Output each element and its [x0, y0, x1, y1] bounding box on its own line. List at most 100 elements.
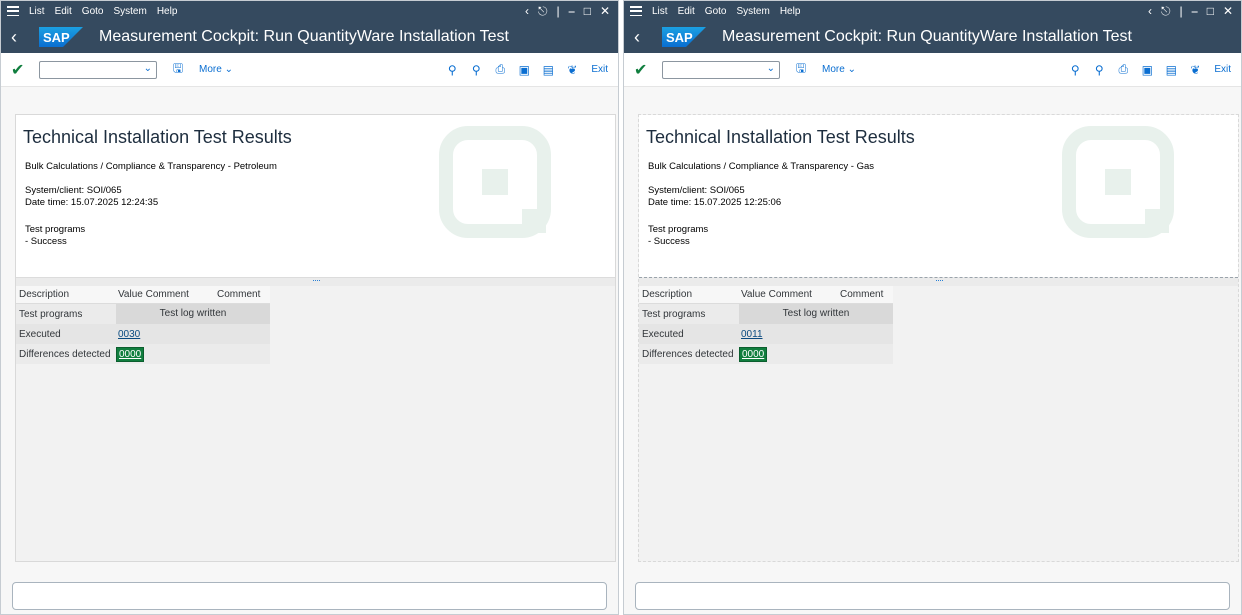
differences-value-link[interactable]: 0000 [739, 346, 768, 362]
search-icon[interactable]: ⚲ [441, 61, 463, 79]
splitter-handle-icon[interactable]: ···· [312, 275, 321, 285]
search-icon[interactable]: ⚲ [1064, 61, 1086, 79]
test-programs-label: Test programs [25, 224, 86, 235]
print-icon[interactable]: ⎙ [489, 61, 511, 79]
command-field[interactable]: ⌄ [662, 60, 780, 79]
cell-test-log: Test log written [116, 304, 270, 324]
cell-description: Test programs [19, 308, 83, 320]
back-icon[interactable]: ‹ [634, 27, 656, 48]
check-icon[interactable]: ✔ [11, 60, 39, 80]
col-value-comment[interactable]: Value Comment [739, 289, 840, 300]
menu-help[interactable]: Help [780, 6, 801, 17]
command-line-input[interactable] [635, 582, 1230, 610]
sap-window-right: List Edit Goto System Help ‹ ⎋ | ⎯ □ ✕ ‹… [623, 0, 1242, 615]
col-comment[interactable]: Comment [840, 289, 893, 300]
menu-list[interactable]: List [652, 6, 668, 17]
back-icon[interactable]: ‹ [11, 27, 33, 48]
cell-test-log: Test log written [739, 304, 893, 324]
svg-text:SAP: SAP [43, 30, 70, 45]
chevron-down-icon[interactable]: ⌄ [767, 63, 775, 74]
command-line-input[interactable] [12, 582, 607, 610]
check-icon[interactable]: ✔ [634, 60, 662, 80]
maximize-icon[interactable]: □ [1207, 4, 1214, 18]
menu-bar: List Edit Goto System Help ‹ ⎋ | ⎯ □ ✕ [1, 1, 618, 21]
close-icon[interactable]: ✕ [1223, 4, 1233, 18]
chevron-left-icon[interactable]: ‹ [525, 4, 529, 18]
col-description[interactable]: Description [639, 289, 739, 300]
sap-logo: SAP [39, 27, 83, 47]
page-title: Measurement Cockpit: Run QuantityWare In… [722, 28, 1132, 45]
window2-icon[interactable]: ▤ [1160, 61, 1182, 79]
settings-icon[interactable]: ❦ [1184, 61, 1206, 79]
table-row: Executed 0030 [16, 324, 270, 344]
more-button[interactable]: More ⌄ [199, 64, 233, 75]
title-bar: ‹ SAP Measurement Cockpit: Run QuantityW… [1, 21, 618, 53]
chevron-left-icon[interactable]: ‹ [1148, 4, 1152, 18]
search-next-icon[interactable]: ⚲ [465, 61, 487, 79]
splitter[interactable]: ···· [16, 275, 615, 286]
table-row: Test programs Test log written [16, 304, 270, 324]
report-title: Technical Installation Test Results [23, 127, 292, 147]
lock-icon[interactable]: ⎋ [538, 4, 548, 19]
col-description[interactable]: Description [16, 289, 116, 300]
window-icon[interactable]: ▣ [1136, 61, 1158, 79]
cell-description: Executed [642, 328, 684, 340]
executed-value-link[interactable]: 0011 [741, 329, 763, 340]
splitter-handle-icon[interactable]: ···· [935, 275, 944, 285]
splitter[interactable]: ···· [639, 275, 1238, 286]
cell-description: Executed [19, 328, 61, 340]
success-label: - Success [25, 236, 67, 247]
quantityware-logo [434, 123, 562, 245]
date-time: Date time: 15.07.2025 12:24:35 [25, 197, 159, 208]
print-icon[interactable]: ⎙ [1112, 61, 1134, 79]
cell-description: Differences detected [642, 348, 734, 360]
command-field[interactable]: ⌄ [39, 60, 157, 79]
minimize-icon[interactable]: ⎯ [569, 4, 575, 19]
save-icon[interactable]: 🖫 [167, 61, 189, 79]
col-value-comment[interactable]: Value Comment [116, 289, 217, 300]
report-header: Technical Installation Test Results Bulk… [639, 115, 1238, 277]
toolbar: ✔ ⌄ 🖫 More ⌄ ⚲ ⚲ ⎙ ▣ ▤ ❦ Exit [1, 53, 618, 87]
close-icon[interactable]: ✕ [600, 4, 610, 18]
system-client: System/client: SOI/065 [648, 185, 745, 196]
sap-logo: SAP [662, 27, 706, 47]
lock-icon[interactable]: ⎋ [1161, 4, 1171, 19]
menu-system[interactable]: System [736, 6, 769, 17]
svg-text:SAP: SAP [666, 30, 693, 45]
menu-goto[interactable]: Goto [705, 6, 727, 17]
table-row: Differences detected 0000 [16, 344, 270, 364]
menu-edit[interactable]: Edit [55, 6, 72, 17]
settings-icon[interactable]: ❦ [561, 61, 583, 79]
maximize-icon[interactable]: □ [584, 4, 591, 18]
menu-system[interactable]: System [113, 6, 146, 17]
minimize-icon[interactable]: ⎯ [1192, 4, 1198, 19]
report-subtitle: Bulk Calculations / Compliance & Transpa… [25, 161, 277, 172]
menu-edit[interactable]: Edit [678, 6, 695, 17]
menu-goto[interactable]: Goto [82, 6, 104, 17]
menu-list[interactable]: List [29, 6, 45, 17]
report-content: Technical Installation Test Results Bulk… [15, 114, 616, 562]
menu-bar: List Edit Goto System Help ‹ ⎋ | ⎯ □ ✕ [624, 1, 1241, 21]
table-row: Differences detected 0000 [639, 344, 893, 364]
menu-icon[interactable] [7, 6, 19, 16]
window-icon[interactable]: ▣ [513, 61, 535, 79]
toolbar: ✔ ⌄ 🖫 More ⌄ ⚲ ⚲ ⎙ ▣ ▤ ❦ Exit [624, 53, 1241, 87]
cell-description: Test programs [642, 308, 706, 320]
executed-value-link[interactable]: 0030 [118, 329, 140, 340]
window2-icon[interactable]: ▤ [537, 61, 559, 79]
table-row: Test programs Test log written [639, 304, 893, 324]
save-icon[interactable]: 🖫 [790, 61, 812, 79]
exit-button[interactable]: Exit [1214, 64, 1231, 75]
search-next-icon[interactable]: ⚲ [1088, 61, 1110, 79]
exit-button[interactable]: Exit [591, 64, 608, 75]
col-comment[interactable]: Comment [217, 289, 270, 300]
date-time: Date time: 15.07.2025 12:25:06 [648, 197, 782, 208]
more-button[interactable]: More ⌄ [822, 64, 856, 75]
test-programs-label: Test programs [648, 224, 709, 235]
menu-icon[interactable] [630, 6, 642, 16]
system-client: System/client: SOI/065 [25, 185, 122, 196]
menu-help[interactable]: Help [157, 6, 178, 17]
grid-header: Description Value Comment Comment [16, 286, 270, 304]
chevron-down-icon[interactable]: ⌄ [144, 63, 152, 74]
differences-value-link[interactable]: 0000 [116, 346, 145, 362]
